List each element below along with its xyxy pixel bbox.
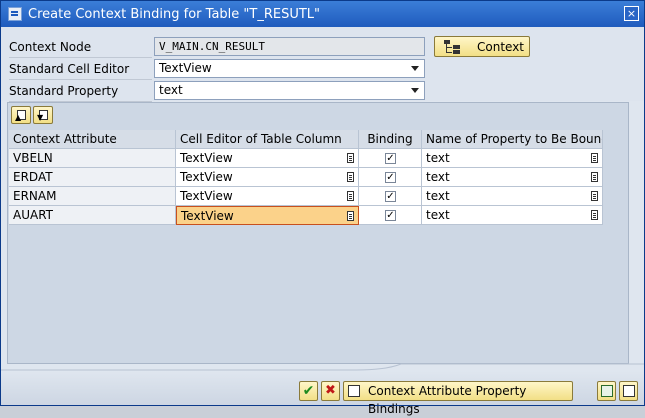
append-row-button[interactable]: ▼ [33,106,53,124]
checkmark-icon: ✔ [302,383,315,399]
tree-icon [443,39,461,54]
chevron-down-icon[interactable] [411,88,419,93]
property-field[interactable]: text [422,206,603,225]
lookup-icon[interactable] [591,210,598,220]
lookup-icon[interactable] [591,172,598,182]
standard-cell-editor-label: Standard Cell Editor [9,59,152,80]
form-area: Context Node V_MAIN.CN_RESULT Context St… [1,27,644,102]
bindings-icon [348,385,360,397]
lookup-icon[interactable] [347,172,354,182]
window-menu-button[interactable] [619,381,638,401]
lookup-icon[interactable] [347,153,354,163]
property-field[interactable]: text [422,149,603,168]
lookup-icon[interactable] [591,191,598,201]
column-header[interactable]: Cell Editor of Table Column [176,130,359,149]
standard-cell-editor-value: TextView [159,61,212,75]
context-node-field: V_MAIN.CN_RESULT [154,37,425,56]
property-bindings-button[interactable]: Context Attribute Property Bindings [343,381,573,416]
title-bar: Create Context Binding for Table "T_RESU… [1,1,644,27]
context-attribute-cell: ERDAT [9,168,176,187]
property-field[interactable]: text [422,168,603,187]
binding-checkbox[interactable]: ✓ [385,172,396,183]
context-node-label: Context Node [9,37,152,58]
cell-editor-field[interactable]: TextView [176,187,359,206]
dialog-window: Create Context Binding for Table "T_RESU… [0,0,645,416]
binding-checkbox[interactable]: ✓ [385,191,396,202]
cancel-button[interactable]: ✖ [321,381,340,401]
binding-cell: ✓ [359,206,422,225]
lookup-icon[interactable] [347,191,354,201]
insert-row-button[interactable]: ▲ [11,106,31,124]
cell-editor-field[interactable]: TextView [176,149,359,168]
footer-separator [1,363,644,371]
context-button[interactable]: Context [434,36,530,57]
context-attribute-cell: AUART [9,206,176,225]
standard-property-value: text [159,83,183,97]
window-menu-icon [623,385,635,397]
window-title: Create Context Binding for Table "T_RESU… [28,6,320,22]
binding-table-panel: ▲ ▼ Context Attribute Cell Editor of Tab… [7,102,629,364]
close-icon[interactable]: × [624,6,639,21]
binding-cell: ✓ [359,149,422,168]
standard-property-select[interactable]: text [154,81,425,100]
layout-button[interactable] [597,381,616,401]
layout-icon [601,385,613,397]
binding-cell: ✓ [359,187,422,206]
context-button-label: Context [477,39,525,54]
property-field[interactable]: text [422,187,603,206]
column-header[interactable]: Name of Property to Be Bound [422,130,603,149]
binding-checkbox[interactable]: ✓ [385,153,396,164]
column-header[interactable]: Binding [359,130,422,149]
dialog-footer: ✔ ✖ Context Attribute Property Bindings [1,371,644,416]
context-attribute-cell: VBELN [9,149,176,168]
column-header[interactable]: Context Attribute [9,130,176,149]
cancel-icon: ✖ [325,383,336,398]
lookup-icon[interactable] [347,211,354,221]
standard-property-label: Standard Property [9,81,152,102]
window-icon [8,7,22,21]
ok-button[interactable]: ✔ [299,381,318,401]
binding-cell: ✓ [359,168,422,187]
binding-checkbox[interactable]: ✓ [385,210,396,221]
context-attribute-cell: ERNAM [9,187,176,206]
cell-editor-field[interactable]: TextView [176,168,359,187]
chevron-down-icon[interactable] [411,66,419,71]
lookup-icon[interactable] [591,153,598,163]
cell-editor-field[interactable]: TextView [176,206,359,225]
standard-cell-editor-select[interactable]: TextView [154,59,425,78]
